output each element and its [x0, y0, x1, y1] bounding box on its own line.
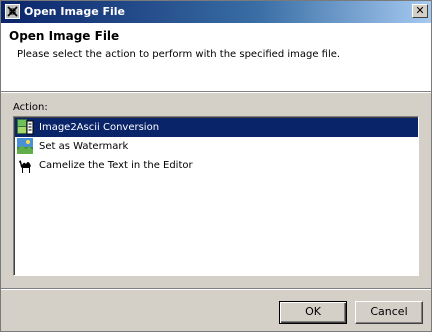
dialog-banner: Open Image File Please select the action…	[1, 23, 431, 92]
window-title: Open Image File	[24, 5, 126, 18]
action-list[interactable]: Image2Ascii Conversion Set as Watermark	[13, 116, 419, 276]
list-item-camelize[interactable]: Camelize the Text in the Editor	[15, 156, 418, 175]
open-image-file-dialog: Open Image File ✕ Open Image File Please…	[0, 0, 432, 332]
action-label: Action:	[13, 102, 48, 113]
banner-title: Open Image File	[9, 29, 120, 43]
footer-divider-highlight	[1, 289, 431, 290]
watermark-icon	[17, 138, 34, 155]
image2ascii-icon	[17, 119, 34, 136]
list-item-watermark[interactable]: Set as Watermark	[15, 137, 418, 156]
title-bar[interactable]: Open Image File ✕	[1, 1, 431, 23]
close-button[interactable]: ✕	[412, 4, 428, 18]
list-item-label: Camelize the Text in the Editor	[39, 160, 193, 171]
list-item-label: Set as Watermark	[39, 141, 129, 152]
camel-icon	[17, 157, 34, 174]
banner-divider	[1, 92, 431, 93]
cancel-button[interactable]: Cancel	[355, 301, 423, 324]
list-item-image2ascii[interactable]: Image2Ascii Conversion	[15, 118, 418, 137]
banner-message: Please select the action to perform with…	[17, 49, 341, 60]
close-icon: ✕	[415, 4, 425, 17]
ok-button[interactable]: OK	[279, 301, 347, 324]
app-icon	[5, 4, 20, 19]
list-item-label: Image2Ascii Conversion	[37, 118, 418, 137]
